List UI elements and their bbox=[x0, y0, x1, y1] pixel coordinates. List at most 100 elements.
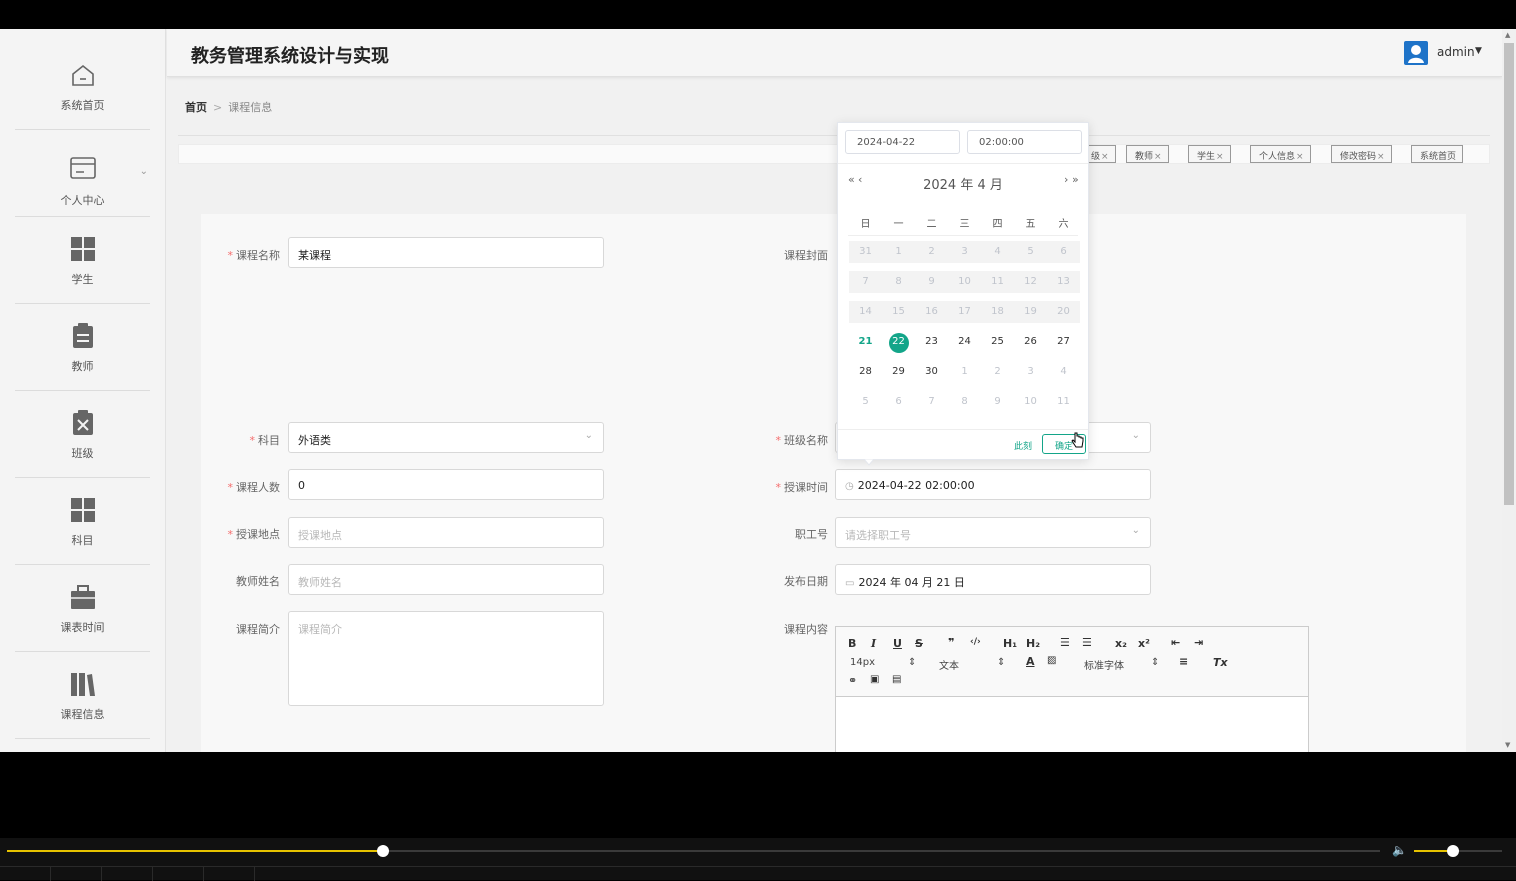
calendar-day[interactable]: 23 bbox=[915, 331, 948, 353]
clear-format-button[interactable]: Tx bbox=[1213, 656, 1228, 669]
close-icon[interactable]: × bbox=[1296, 152, 1304, 162]
calendar-day[interactable]: 22 bbox=[882, 331, 915, 353]
calendar-day: 1 bbox=[882, 241, 915, 263]
calendar-day: 31 bbox=[849, 241, 882, 263]
heading2-button[interactable]: H₂ bbox=[1026, 637, 1040, 650]
avatar[interactable] bbox=[1404, 41, 1428, 65]
next-month-button[interactable]: › bbox=[1064, 173, 1068, 186]
calendar-day[interactable]: 21 bbox=[849, 331, 882, 353]
superscript-button[interactable]: x² bbox=[1138, 637, 1150, 650]
blockquote-button[interactable]: ❞ bbox=[948, 636, 954, 649]
calendar-day[interactable]: 29 bbox=[882, 361, 915, 383]
calendar-day[interactable]: 3 bbox=[1014, 361, 1047, 383]
calendar-day[interactable]: 24 bbox=[948, 331, 981, 353]
volume-slider[interactable] bbox=[1414, 845, 1502, 857]
picker-date-input[interactable]: 2024-04-22 bbox=[845, 130, 960, 154]
tag-system-home[interactable]: 系统首页 bbox=[1411, 145, 1464, 163]
subject-select[interactable]: 外语类 ⌄ bbox=[288, 422, 604, 453]
calendar-day[interactable]: 30 bbox=[915, 361, 948, 383]
course-count-input[interactable]: 0 bbox=[288, 469, 604, 500]
vertical-scrollbar[interactable]: ▲ ▼ bbox=[1502, 29, 1516, 752]
mouse-cursor-icon bbox=[1071, 432, 1084, 448]
paragraph-select[interactable]: 文本 bbox=[939, 657, 959, 672]
sidebar-item-student[interactable]: 学生 bbox=[15, 217, 150, 304]
scroll-down-icon[interactable]: ▼ bbox=[1505, 741, 1510, 749]
tag-personal-info[interactable]: 个人信息× bbox=[1250, 145, 1311, 163]
calendar-day: 10 bbox=[948, 271, 981, 293]
close-icon[interactable]: × bbox=[1216, 152, 1224, 162]
next-year-button[interactable]: » bbox=[1072, 173, 1079, 186]
weekday-header: 一 bbox=[893, 219, 904, 230]
sidebar-item-teacher[interactable]: 教师 bbox=[15, 304, 150, 391]
close-icon[interactable]: × bbox=[1377, 152, 1385, 162]
ordered-list-icon[interactable]: ☰ bbox=[1060, 636, 1070, 649]
scroll-up-icon[interactable]: ▲ bbox=[1505, 31, 1510, 39]
outdent-icon[interactable]: ⇤ bbox=[1171, 636, 1180, 649]
bullet-list-icon[interactable]: ☰ bbox=[1082, 636, 1092, 649]
image-icon[interactable]: ▣ bbox=[870, 674, 879, 685]
picker-time-input[interactable]: 02:00:00 bbox=[967, 130, 1082, 154]
calendar-day[interactable]: 8 bbox=[948, 391, 981, 413]
sidebar-item-class[interactable]: 班级 bbox=[15, 391, 150, 478]
calendar-day[interactable]: 9 bbox=[981, 391, 1014, 413]
sidebar-item-course-info[interactable]: 课程信息 bbox=[15, 652, 150, 739]
calendar-day[interactable]: 2 bbox=[981, 361, 1014, 383]
sidebar-item-home[interactable]: 系统首页 bbox=[15, 43, 150, 130]
calendar-day[interactable]: 5 bbox=[849, 391, 882, 413]
sidebar-item-schedule-time[interactable]: 课表时间 bbox=[15, 565, 150, 652]
underline-button[interactable]: U bbox=[893, 637, 902, 650]
font-size-select[interactable]: 14px bbox=[850, 657, 875, 668]
calendar-day[interactable]: 10 bbox=[1014, 391, 1047, 413]
video-icon[interactable]: ▤ bbox=[892, 674, 901, 685]
link-icon[interactable]: ⚭ bbox=[848, 674, 857, 687]
tag-change-password[interactable]: 修改密码× bbox=[1331, 145, 1392, 163]
picker-year-month[interactable]: 2024 年 4 月 bbox=[838, 174, 1088, 193]
subscript-button[interactable]: x₂ bbox=[1115, 637, 1127, 650]
code-button[interactable]: ‹/› bbox=[970, 637, 981, 647]
font-color-icon[interactable]: A bbox=[1026, 655, 1035, 668]
calendar-day[interactable]: 1 bbox=[948, 361, 981, 383]
teacher-name-input[interactable]: 教师姓名 bbox=[288, 564, 604, 595]
caret-down-icon[interactable]: ▼ bbox=[1475, 46, 1482, 56]
bold-button[interactable]: B bbox=[848, 637, 856, 650]
calendar-day[interactable]: 26 bbox=[1014, 331, 1047, 353]
sidebar-item-label: 学生 bbox=[71, 273, 94, 286]
volume-handle[interactable] bbox=[1446, 845, 1459, 857]
course-intro-textarea[interactable]: 课程简介 bbox=[288, 611, 604, 706]
calendar-day[interactable]: 7 bbox=[915, 391, 948, 413]
rich-text-editor[interactable]: B I U S ❞ ‹/› H₁ H₂ ☰ ☰ x₂ x² ⇤ ⇥ 14px ⇕… bbox=[835, 626, 1309, 752]
chevron-down-icon[interactable]: ⌄ bbox=[140, 166, 148, 177]
publish-date-input[interactable]: ▭ 2024 年 04 月 21 日 bbox=[835, 564, 1151, 595]
course-name-input[interactable]: 某课程 bbox=[288, 237, 604, 268]
calendar-day[interactable]: 28 bbox=[849, 361, 882, 383]
user-name[interactable]: admin bbox=[1437, 45, 1475, 59]
tag-student[interactable]: 学生× bbox=[1188, 145, 1231, 163]
calendar-day[interactable]: 4 bbox=[1047, 361, 1080, 383]
progress-handle[interactable] bbox=[377, 845, 390, 857]
sidebar-item-personal[interactable]: 个人中心 ⌄ bbox=[15, 130, 150, 217]
tag-teacher[interactable]: 教师× bbox=[1126, 145, 1169, 163]
teach-time-input[interactable]: ◷ 2024-04-22 02:00:00 bbox=[835, 469, 1151, 500]
calendar-day[interactable]: 27 bbox=[1047, 331, 1080, 353]
heading1-button[interactable]: H₁ bbox=[1003, 637, 1017, 650]
volume-icon[interactable]: 🔈 bbox=[1392, 843, 1408, 859]
sidebar-item-subject[interactable]: 科目 bbox=[15, 478, 150, 565]
calendar-day: 3 bbox=[948, 241, 981, 263]
background-color-icon[interactable]: ▨ bbox=[1047, 655, 1056, 666]
now-button[interactable]: 此刻 bbox=[1014, 439, 1032, 452]
video-progress-bar[interactable] bbox=[7, 845, 1380, 857]
font-family-select[interactable]: 标准字体 bbox=[1084, 657, 1124, 672]
calendar-day[interactable]: 11 bbox=[1047, 391, 1080, 413]
breadcrumb-home[interactable]: 首页 bbox=[185, 101, 207, 114]
close-icon[interactable]: × bbox=[1154, 152, 1162, 162]
indent-icon[interactable]: ⇥ bbox=[1194, 636, 1203, 649]
align-icon[interactable]: ≡ bbox=[1179, 655, 1188, 668]
italic-button[interactable]: I bbox=[871, 637, 876, 650]
close-icon[interactable]: × bbox=[1101, 152, 1109, 162]
calendar-day[interactable]: 25 bbox=[981, 331, 1014, 353]
scrollbar-thumb[interactable] bbox=[1504, 43, 1514, 505]
teach-place-input[interactable]: 授课地点 bbox=[288, 517, 604, 548]
staff-no-select[interactable]: 请选择职工号 ⌄ bbox=[835, 517, 1151, 548]
calendar-day[interactable]: 6 bbox=[882, 391, 915, 413]
strike-button[interactable]: S bbox=[915, 637, 923, 650]
